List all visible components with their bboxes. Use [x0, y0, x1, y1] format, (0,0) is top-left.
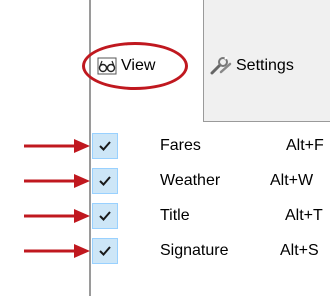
menu-item-title[interactable]: Title Alt+T [89, 201, 330, 232]
menu-item-shortcut: Alt+S [280, 242, 319, 259]
checkbox-weather[interactable] [92, 168, 118, 194]
settings-button-label: Settings [236, 57, 294, 74]
menu-item-signature[interactable]: Signature Alt+S [89, 236, 330, 267]
menu-item-label: Weather [160, 172, 221, 189]
menu-item-shortcut: Alt+W [270, 172, 314, 189]
menu-item-fares[interactable]: Fares Alt+F [89, 131, 330, 162]
menu-item-weather[interactable]: Weather Alt+W [89, 166, 330, 197]
menu-item-label: Signature [160, 242, 229, 259]
menu-item-label: Fares [160, 137, 201, 154]
menu-item-label: Title [160, 207, 190, 224]
menu-item-shortcut: Alt+T [285, 207, 323, 224]
checkmark-icon [99, 211, 111, 221]
screenshot-canvas: View Settings Fares Alt+F Weather Alt+W … [0, 0, 330, 296]
checkbox-fares[interactable] [92, 133, 118, 159]
checkmark-icon [99, 176, 111, 186]
menu-item-shortcut: Alt+F [286, 137, 324, 154]
checkmark-icon [99, 141, 111, 151]
wrench-icon [210, 56, 232, 76]
annotation-arrow [24, 139, 90, 153]
annotation-arrow [24, 209, 90, 223]
settings-button[interactable]: Settings [210, 56, 294, 76]
tab-divider [204, 121, 330, 122]
annotation-arrow [24, 174, 90, 188]
view-menu: Fares Alt+F Weather Alt+W Title Alt+T Si… [89, 131, 330, 271]
checkbox-title[interactable] [92, 203, 118, 229]
glasses-icon [97, 56, 117, 76]
view-button-label: View [121, 57, 156, 74]
checkbox-signature[interactable] [92, 238, 118, 264]
view-button[interactable]: View [97, 56, 155, 76]
checkmark-icon [99, 246, 111, 256]
annotation-arrow [24, 244, 90, 258]
